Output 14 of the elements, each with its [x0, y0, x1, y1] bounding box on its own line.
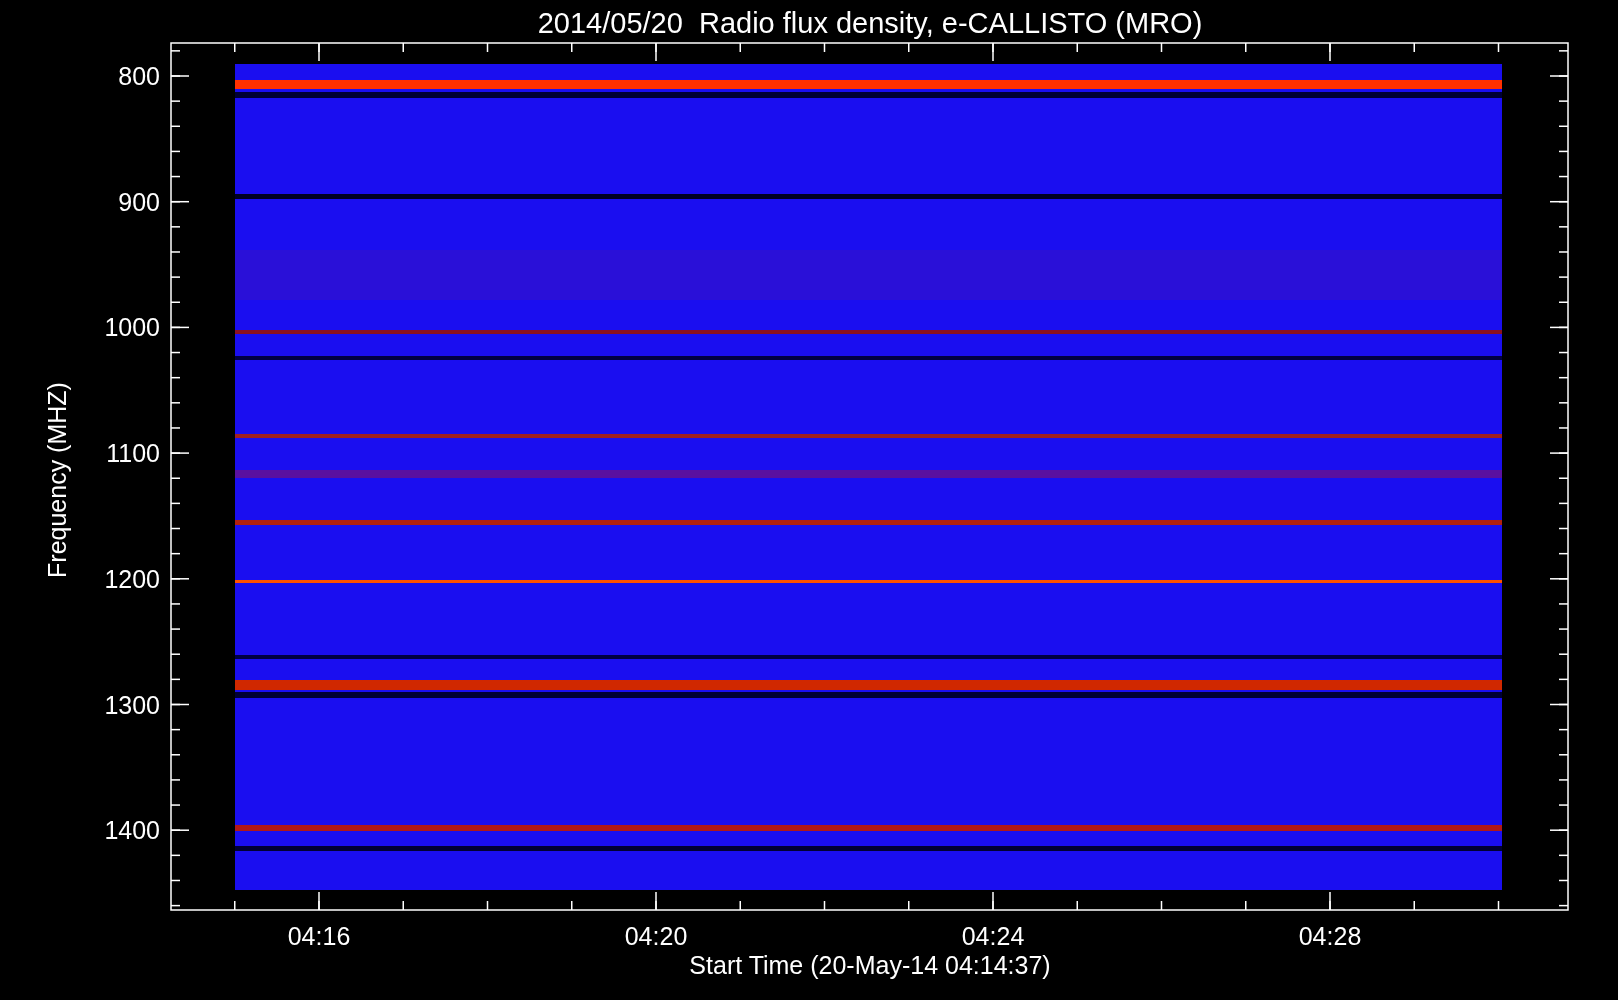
y-tick-label: 1400: [103, 815, 160, 846]
y-tick-label: 1000: [103, 312, 160, 343]
x-tick-label: 04:28: [1297, 921, 1363, 951]
chart-title: 2014/05/20 Radio flux density, e-CALLISTO (MRO): [536, 6, 1204, 41]
x-tick-label: 04:20: [623, 921, 689, 951]
x-tick-label: 04:24: [960, 921, 1026, 951]
y-tick-label: 800: [117, 61, 160, 91]
x-axis-label: Start Time (20-May-14 04:14:37): [688, 950, 1052, 980]
y-axis-label: Frequency (MHZ): [42, 381, 72, 580]
y-tick-label: 1200: [103, 563, 160, 594]
x-tick-label: 04:16: [286, 921, 352, 951]
y-tick-label: 900: [117, 186, 160, 217]
y-tick-label: 1100: [105, 438, 160, 469]
y-tick-label: 1300: [103, 689, 160, 720]
